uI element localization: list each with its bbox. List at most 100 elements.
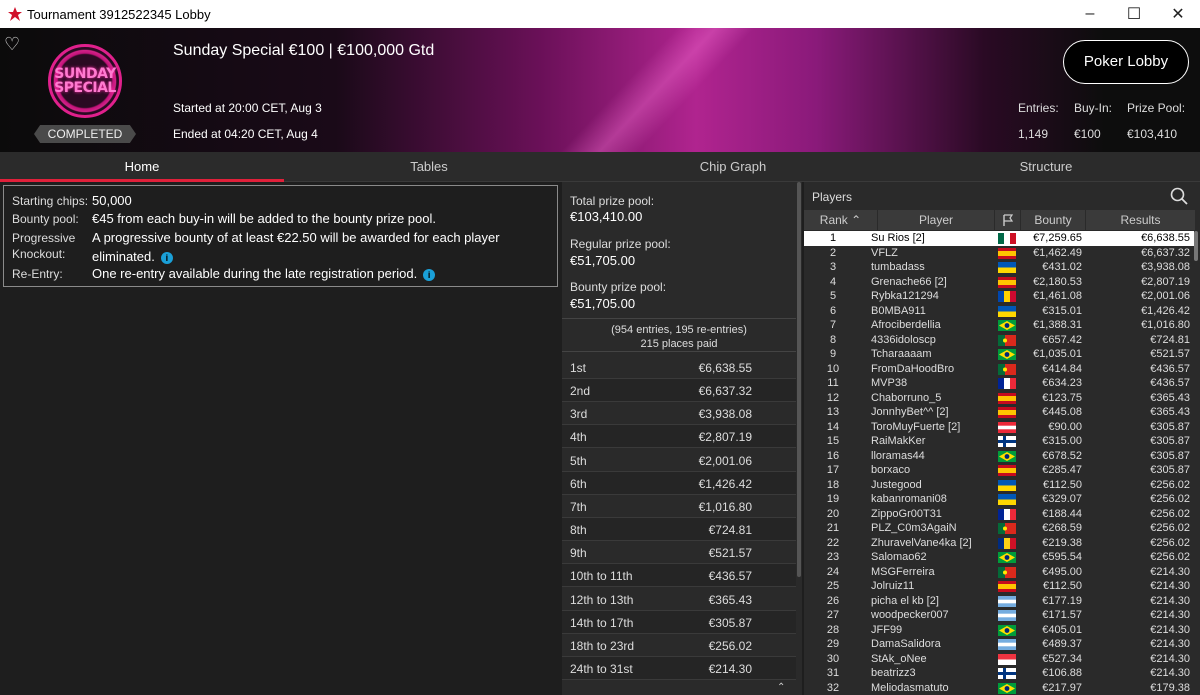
player-row[interactable]: 21 PLZ_C0m3AgaiN €268.59 €256.02 <box>804 521 1194 536</box>
player-name: DamaSalidora <box>871 638 941 650</box>
col-flag-header[interactable] <box>995 210 1021 230</box>
player-bounty: €112.50 <box>1043 580 1082 592</box>
tab-tables[interactable]: Tables <box>284 152 574 182</box>
player-row[interactable]: 4 Grenache66 [2] €2,180.53 €2,807.19 <box>804 274 1194 289</box>
prize-amount: €6,637.32 <box>698 384 752 399</box>
country-flag-icon <box>998 668 1016 679</box>
player-row[interactable]: 15 RaiMakKer €315.00 €305.87 <box>804 434 1194 449</box>
starting-chips-value: 50,000 <box>92 193 132 208</box>
player-bounty: €315.00 <box>1042 435 1082 447</box>
close-icon[interactable]: ✕ <box>1156 0 1200 28</box>
col-results-header[interactable]: Results <box>1086 210 1196 230</box>
player-row[interactable]: 25 Jolruiz11 €112.50 €214.30 <box>804 579 1194 594</box>
player-row[interactable]: 10 FromDaHoodBro €414.84 €436.57 <box>804 361 1194 376</box>
country-flag-icon <box>998 508 1016 520</box>
player-name: Grenache66 [2] <box>871 275 947 288</box>
player-bounty: €405.01 <box>1042 623 1082 636</box>
prize-pool-panel: Total prize pool: €103,410.00 Regular pr… <box>562 182 802 695</box>
prize-place: 5th <box>570 453 587 468</box>
col-bounty-header[interactable]: Bounty <box>1021 210 1086 230</box>
tab-chip-graph[interactable]: Chip Graph <box>574 152 892 182</box>
player-result: €436.57 <box>1150 377 1190 389</box>
player-row[interactable]: 22 ZhuravelVane4ka [2] €219.38 €256.02 <box>804 535 1194 550</box>
prize-row: 9th €521.57 <box>562 541 796 565</box>
country-flag-icon <box>998 233 1016 244</box>
player-row[interactable]: 17 borxaco €285.47 €305.87 <box>804 463 1194 478</box>
player-row[interactable]: 28 JFF99 €405.01 €214.30 <box>804 622 1194 637</box>
prize-amount: €305.87 <box>708 615 752 630</box>
bounty-pool-label: Bounty pool: <box>12 212 79 226</box>
player-row[interactable]: 20 ZippoGr00T31 €188.44 €256.02 <box>804 506 1194 521</box>
tab-structure[interactable]: Structure <box>892 152 1200 182</box>
player-row[interactable]: 31 beatrizz3 €106.88 €214.30 <box>804 666 1194 681</box>
country-flag-icon <box>998 624 1016 636</box>
player-row[interactable]: 24 MSGFerreira €495.00 €214.30 <box>804 564 1194 579</box>
country-flag-icon <box>998 450 1016 462</box>
player-row[interactable]: 27 woodpecker007 €171.57 €214.30 <box>804 608 1194 623</box>
player-name: Justegood <box>871 478 922 491</box>
player-row[interactable]: 30 StAk_oNee €527.34 €214.30 <box>804 651 1194 666</box>
player-row[interactable]: 2 VFLZ €1,462.49 €6,637.32 <box>804 245 1194 260</box>
player-rank: 16 <box>826 449 840 462</box>
player-bounty: €106.88 <box>1042 667 1082 679</box>
pko-label-1: Progressive <box>12 231 76 245</box>
player-row[interactable]: 19 kabanromani08 €329.07 €256.02 <box>804 492 1194 507</box>
player-row[interactable]: 16 lloramas44 €678.52 €305.87 <box>804 448 1194 463</box>
player-row[interactable]: 9 Tcharaaaam €1,035.01 €521.57 <box>804 347 1194 362</box>
player-row[interactable]: 11 MVP38 €634.23 €436.57 <box>804 376 1194 391</box>
prize-scrollbar[interactable] <box>797 182 801 577</box>
favorite-heart-icon[interactable]: ♡ <box>4 34 20 55</box>
player-row[interactable]: 13 JonnhyBet^^ [2] €445.08 €365.43 <box>804 405 1194 420</box>
player-row[interactable]: 6 B0MBA911 €315.01 €1,426.42 <box>804 303 1194 318</box>
col-player-header[interactable]: Player <box>878 210 995 230</box>
player-name: kabanromani08 <box>871 493 947 505</box>
player-row[interactable]: 23 Salomao62 €595.54 €256.02 <box>804 550 1194 565</box>
player-row[interactable]: 1 Su Rios [2] €7,259.65 €6,638.55 <box>804 231 1194 246</box>
prize-row: 2nd €6,637.32 <box>562 379 796 403</box>
player-name: picha el kb [2] <box>871 594 939 607</box>
country-flag-icon <box>998 566 1016 578</box>
tab-home[interactable]: Home <box>0 152 284 182</box>
player-rank: 28 <box>826 623 840 636</box>
col-rank-header[interactable]: Rank ⌃ <box>804 210 878 230</box>
reentry-value: One re-entry available during the late r… <box>92 266 418 281</box>
player-bounty: €217.97 <box>1042 681 1082 694</box>
sunday-special-logo: SUNDAY SPECIAL <box>48 44 122 118</box>
player-name: Chaborruno_5 <box>871 391 942 404</box>
info-icon[interactable]: i <box>160 251 173 264</box>
player-name: B0MBA911 <box>871 304 926 317</box>
player-result: €256.02 <box>1150 522 1190 534</box>
player-rank: 22 <box>826 536 840 549</box>
player-row[interactable]: 3 tumbadass €431.02 €3,938.08 <box>804 260 1194 275</box>
player-bounty: €445.08 <box>1042 406 1082 418</box>
prize-row: 4th €2,807.19 <box>562 425 796 449</box>
player-row[interactable]: 8 4336idoloscp €657.42 €724.81 <box>804 332 1194 347</box>
player-name: JFF99 <box>871 623 903 636</box>
player-bounty: €112.50 <box>1043 478 1082 491</box>
player-bounty: €657.42 <box>1042 333 1082 346</box>
player-row[interactable]: 18 Justegood €112.50 €256.02 <box>804 477 1194 492</box>
player-bounty: €2,180.53 <box>1033 275 1082 288</box>
poker-lobby-button[interactable]: Poker Lobby <box>1063 40 1189 84</box>
player-row[interactable]: 32 Meliodasmatuto €217.97 €179.38 <box>804 680 1194 695</box>
minimize-icon[interactable]: – <box>1068 0 1112 28</box>
player-name: lloramas44 <box>871 449 925 462</box>
player-row[interactable]: 12 Chaborruno_5 €123.75 €365.43 <box>804 390 1194 405</box>
starting-chips-label: Starting chips: <box>12 194 89 208</box>
info-icon[interactable]: i <box>423 268 436 281</box>
search-icon[interactable] <box>1170 187 1188 205</box>
players-scrollbar[interactable] <box>1194 231 1198 261</box>
player-row[interactable]: 5 Rybka121294 €1,461.08 €2,001.06 <box>804 289 1194 304</box>
player-result: €1,426.42 <box>1141 304 1190 317</box>
scroll-up-chevron-icon[interactable]: ⌃ <box>777 682 785 693</box>
player-row[interactable]: 26 picha el kb [2] €177.19 €214.30 <box>804 593 1194 608</box>
maximize-icon[interactable]: ☐ <box>1112 0 1156 28</box>
player-bounty: €329.07 <box>1042 493 1082 505</box>
player-name: woodpecker007 <box>871 609 949 621</box>
player-row[interactable]: 7 Afrociberdellia €1,388.31 €1,016.80 <box>804 318 1194 333</box>
player-row[interactable]: 14 ToroMuyFuerte [2] €90.00 €305.87 <box>804 419 1194 434</box>
prize-row: 8th €724.81 <box>562 518 796 542</box>
player-result: €305.87 <box>1150 435 1190 447</box>
player-rank: 24 <box>826 565 840 578</box>
player-row[interactable]: 29 DamaSalidora €489.37 €214.30 <box>804 637 1194 652</box>
